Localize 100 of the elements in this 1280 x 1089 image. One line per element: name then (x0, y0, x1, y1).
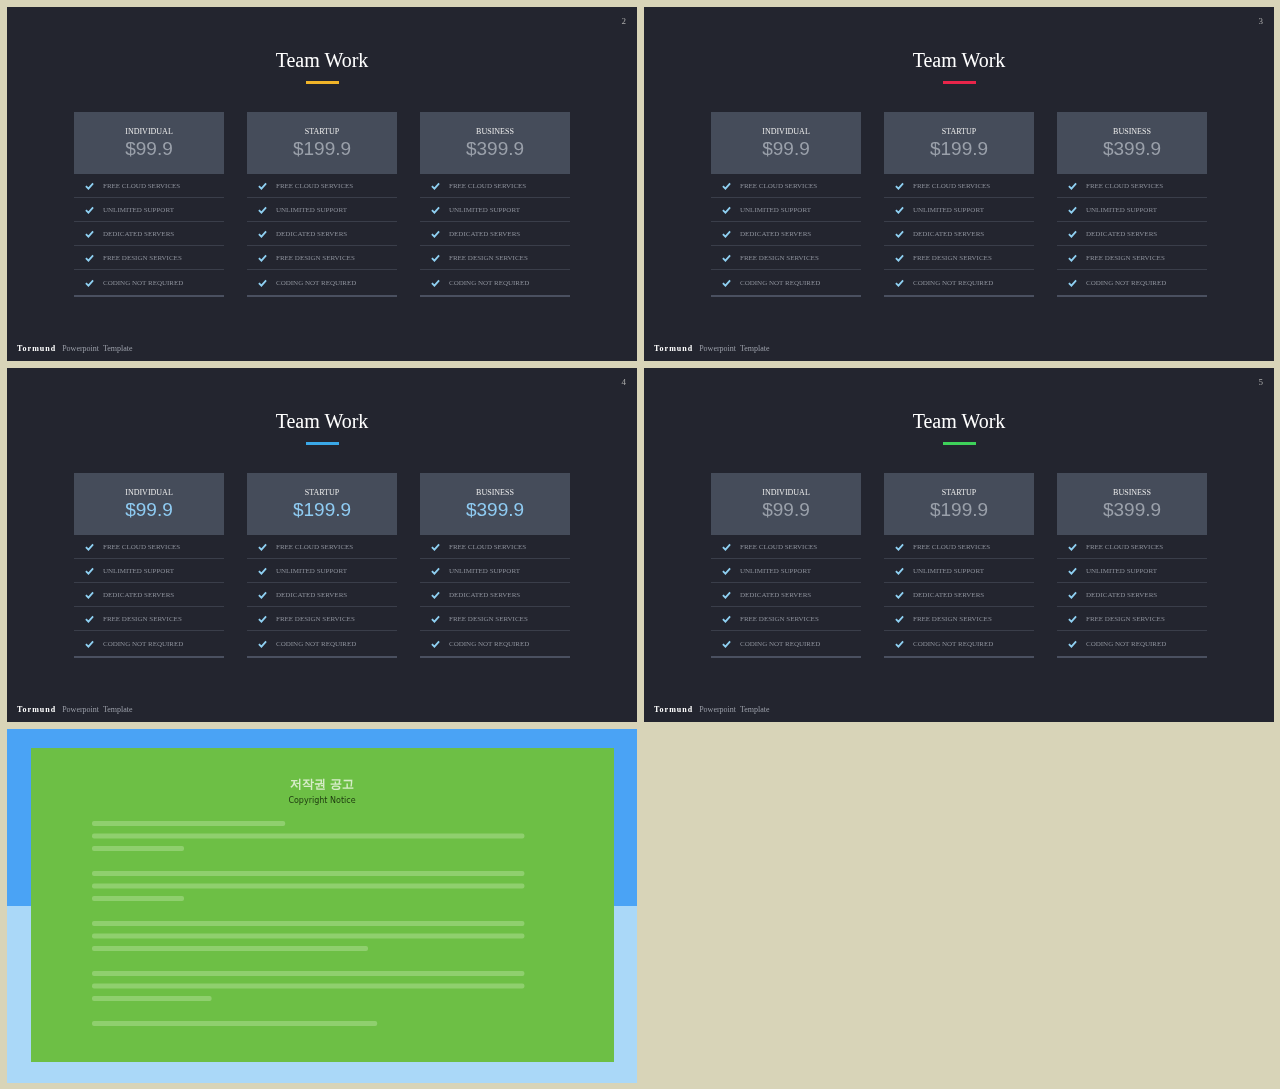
slide-title: Team Work (912, 410, 1006, 433)
check-icon (431, 181, 440, 190)
check-icon (895, 542, 904, 551)
check-icon (431, 566, 440, 575)
check-icon (1068, 181, 1077, 190)
check-icon (1068, 205, 1077, 214)
check-icon (258, 542, 267, 551)
check-icon (258, 639, 267, 648)
check-icon (85, 590, 94, 599)
check-icon (895, 181, 904, 190)
check-icon (1068, 566, 1077, 575)
slide[interactable] (644, 368, 1274, 722)
check-icon (85, 253, 94, 262)
check-icon (895, 278, 904, 287)
check-icon (722, 205, 731, 214)
check-icon (431, 278, 440, 287)
check-icon (1068, 590, 1077, 599)
check-icon (1068, 278, 1077, 287)
check-icon (258, 253, 267, 262)
slide-title: Team Work (912, 49, 1006, 72)
check-icon (895, 590, 904, 599)
plan-price: $199.9 (929, 498, 989, 521)
check-icon (85, 205, 94, 214)
check-icon (722, 614, 731, 623)
check-icon (431, 229, 440, 238)
plan-name: INDIVIDUAL (762, 126, 810, 136)
plan-price: $199.9 (929, 137, 989, 160)
check-icon (722, 229, 731, 238)
check-icon (431, 614, 440, 623)
check-icon (1068, 639, 1077, 648)
check-icon (722, 278, 731, 287)
check-icon (258, 590, 267, 599)
plan-price: $399.9 (465, 137, 525, 160)
footer-text: Powerpoint Template (62, 344, 133, 353)
check-icon (85, 229, 94, 238)
check-icon (722, 253, 731, 262)
plan-name: STARTUP (304, 487, 340, 497)
plan-name: STARTUP (941, 126, 977, 136)
plan-name: STARTUP (304, 126, 340, 136)
slide-title: Team Work (275, 410, 369, 433)
check-icon (895, 566, 904, 575)
slide[interactable]: 저작권 공고 Copyright Notice (7, 729, 637, 1083)
slide-number: 4 (621, 377, 626, 387)
check-icon (431, 253, 440, 262)
footer-text: Powerpoint Template (699, 705, 770, 714)
check-icon (258, 181, 267, 190)
check-icon (85, 639, 94, 648)
plan-name: BUSINESS (476, 126, 514, 136)
check-icon (1068, 229, 1077, 238)
plan-name: INDIVIDUAL (125, 126, 173, 136)
check-icon (895, 253, 904, 262)
check-icon (722, 639, 731, 648)
check-icon (1068, 253, 1077, 262)
slide-number: 3 (1258, 16, 1263, 26)
check-icon (431, 205, 440, 214)
check-icon (1068, 614, 1077, 623)
plan-name: INDIVIDUAL (125, 487, 173, 497)
check-icon (85, 542, 94, 551)
check-icon (258, 205, 267, 214)
check-icon (895, 229, 904, 238)
check-icon (258, 278, 267, 287)
plan-name: BUSINESS (476, 487, 514, 497)
check-icon (85, 566, 94, 575)
slide[interactable] (644, 7, 1274, 361)
check-icon (431, 639, 440, 648)
plan-name: BUSINESS (1113, 487, 1151, 497)
plan-price: $99.9 (762, 498, 810, 521)
notice-subtitle: Copyright Notice (288, 796, 356, 805)
plan-price: $199.9 (292, 137, 352, 160)
brand-name: Tormund (654, 705, 694, 714)
check-icon (85, 181, 94, 190)
check-icon (722, 181, 731, 190)
check-icon (258, 614, 267, 623)
check-icon (895, 205, 904, 214)
check-icon (431, 590, 440, 599)
slide[interactable] (7, 7, 637, 361)
check-icon (722, 542, 731, 551)
check-icon (722, 590, 731, 599)
brand-name: Tormund (654, 344, 694, 353)
plan-name: INDIVIDUAL (762, 487, 810, 497)
notice-title: 저작권 공고 (289, 776, 355, 793)
footer-text: Powerpoint Template (62, 705, 133, 714)
slide[interactable] (7, 368, 637, 722)
check-icon (722, 566, 731, 575)
brand-name: Tormund (17, 344, 57, 353)
brand-name: Tormund (17, 705, 57, 714)
check-icon (895, 639, 904, 648)
slide-number: 5 (1258, 377, 1263, 387)
check-icon (85, 278, 94, 287)
plan-name: BUSINESS (1113, 126, 1151, 136)
plan-price: $99.9 (125, 137, 173, 160)
check-icon (258, 566, 267, 575)
check-icon (85, 614, 94, 623)
plan-name: STARTUP (941, 487, 977, 497)
plan-price: $399.9 (1102, 137, 1162, 160)
plan-price: $99.9 (125, 498, 173, 521)
plan-price: $199.9 (292, 498, 352, 521)
check-icon (258, 229, 267, 238)
footer-text: Powerpoint Template (699, 344, 770, 353)
slide-number: 2 (621, 16, 626, 26)
